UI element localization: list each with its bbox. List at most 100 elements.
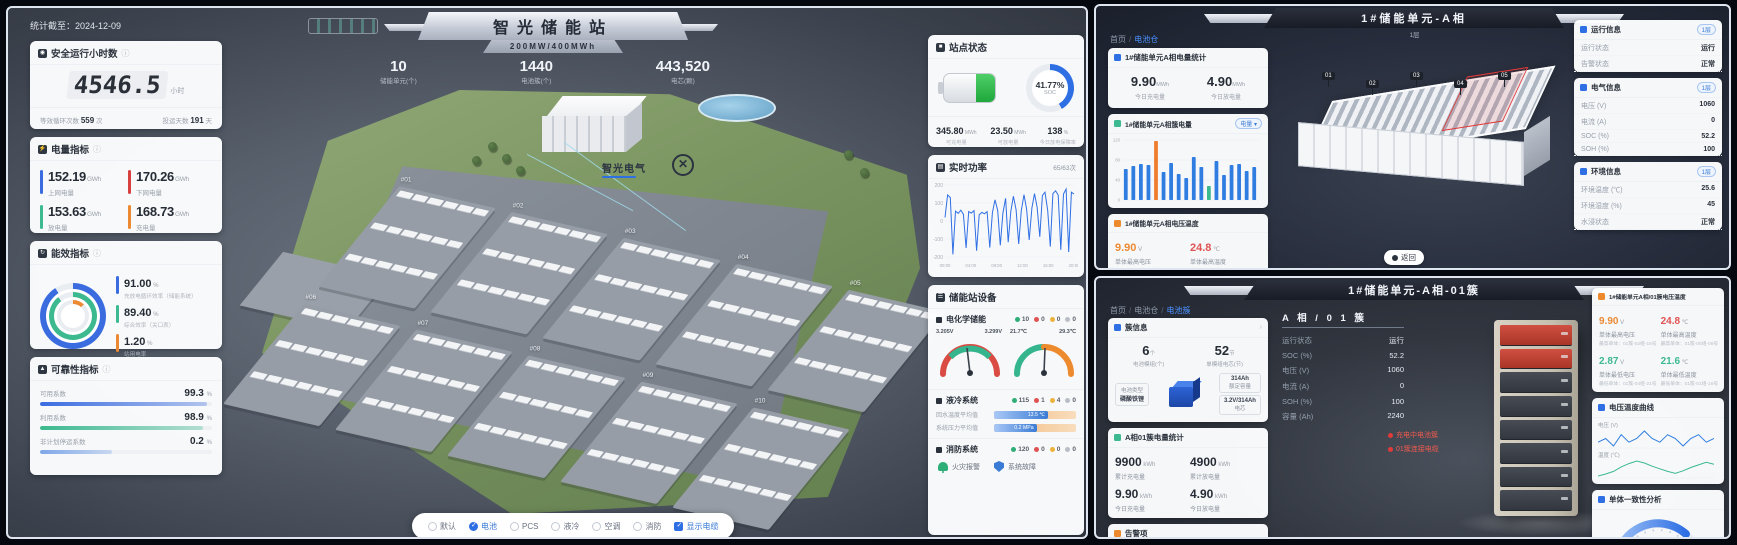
card-icon xyxy=(1598,496,1605,503)
battery-rack-3d[interactable] xyxy=(1494,320,1578,516)
legend-dot-icon xyxy=(1011,447,1016,452)
rack-module[interactable] xyxy=(1500,420,1572,441)
legend-dot-icon xyxy=(1034,398,1039,403)
back-icon xyxy=(1392,255,1398,261)
legend-count: 4 xyxy=(1057,397,1061,404)
breadcrumb-item[interactable]: 首页 xyxy=(1110,306,1126,315)
container-unit xyxy=(670,291,688,300)
section-title: 液冷系统 xyxy=(946,395,978,406)
breadcrumb-item[interactable]: 电池簇 xyxy=(1166,306,1190,315)
legend-count: 0 xyxy=(1041,446,1045,453)
breadcrumb-item[interactable]: 电池仓 xyxy=(1134,35,1158,44)
cluster-info-row: 电流 (A)0 xyxy=(1282,378,1404,394)
rack-module[interactable] xyxy=(1500,349,1572,370)
unit-panel: 1#储能单元-A相 1层 首页/电池仓 1#储能单元A相电量统计 9.90MWh… xyxy=(1094,4,1731,270)
layer-option-电池[interactable]: 电池 xyxy=(469,521,497,532)
vt-metric: 2.87 V 单体最低电压最低单体：01簇-04组-21号 xyxy=(1599,351,1657,387)
voltage-sparkline xyxy=(1598,429,1714,449)
legend-dot-icon xyxy=(1050,398,1055,403)
reliability-icon: ▲ xyxy=(38,365,47,374)
container-unit xyxy=(696,260,714,269)
soc-value: 41.77% xyxy=(1036,80,1065,90)
layer-tag[interactable]: 1层 xyxy=(1697,166,1716,177)
unit-info-card: 环境信息1层环境温度 (℃)25.6环境湿度 (%)45水浸状态正常 xyxy=(1574,162,1722,230)
card-title: 能效指标 xyxy=(51,246,89,260)
info-icon[interactable]: ⓘ xyxy=(93,144,101,155)
container-unit xyxy=(350,357,368,366)
pad-label: #04 xyxy=(737,254,748,261)
power-icon: ▤ xyxy=(936,163,945,172)
cluster-right-column: 1#储能单元A相/01簇电压温度 9.90 V 单体最高电压最高单体：01簇-0… xyxy=(1592,288,1724,539)
pond xyxy=(698,94,776,122)
legend-dot-icon xyxy=(1065,447,1070,452)
rack-module[interactable] xyxy=(1500,467,1572,488)
shield-icon xyxy=(994,461,1004,472)
control-building[interactable] xyxy=(542,96,642,154)
legend-count: 120 xyxy=(1018,446,1029,453)
stats-date: 统计截至：2024-12-09 xyxy=(30,19,121,32)
more-icon[interactable]: › xyxy=(1260,324,1262,331)
svg-text:12:00: 12:00 xyxy=(1017,263,1028,268)
rack-module[interactable] xyxy=(1500,372,1572,393)
card-title: 簇信息 xyxy=(1125,322,1148,333)
legend-item: 01簇连接电缆 xyxy=(1388,444,1439,454)
rack-module[interactable] xyxy=(1500,325,1572,346)
card-title: A相01簇电量统计 xyxy=(1125,432,1184,443)
site-3d-view[interactable]: 智光电气 ✕ #01#02#03#04#05#06#07#08#09#10 xyxy=(220,90,920,514)
cluster-info-row: SOC (%)52.2 xyxy=(1282,348,1404,362)
card-title: 安全运行小时数 xyxy=(51,46,118,60)
pad-label: #06 xyxy=(305,294,316,301)
card-title: 1#储能单元A相电量统计 xyxy=(1125,52,1206,63)
metric-text: 152.19GWh上网电量 xyxy=(48,168,101,197)
battery-section-icon xyxy=(936,317,942,323)
pad-label: #02 xyxy=(513,202,524,209)
rack-tag: 03 xyxy=(1410,72,1423,80)
legend-dot-icon xyxy=(1065,398,1070,403)
breadcrumb[interactable]: 首页/电池仓/电池簇 xyxy=(1110,305,1190,316)
info-icon[interactable]: ⓘ xyxy=(122,48,130,59)
layer-tag[interactable]: 1层 xyxy=(1697,82,1716,93)
module-count: 6个 电池模组(个) xyxy=(1133,342,1164,368)
svg-text:16:00: 16:00 xyxy=(1043,263,1054,268)
layer-option-空调[interactable]: 空调 xyxy=(592,521,620,532)
alarms-card: 告警项 单体过压告警单体欠压告警单体过温告警单体欠温告警簇端过压告警簇端欠压告警… xyxy=(1108,524,1268,539)
layer-option-消防[interactable]: 消防 xyxy=(633,521,661,532)
container-3d-view[interactable]: 0102030405 xyxy=(1286,68,1566,218)
rack-legend: 充电中电池簇01簇连接电缆 xyxy=(1388,430,1439,454)
breadcrumb[interactable]: 首页/电池仓 xyxy=(1110,34,1158,45)
info-icon[interactable]: ⓘ xyxy=(93,248,101,259)
breadcrumb-item[interactable]: 首页 xyxy=(1110,35,1126,44)
container-unit xyxy=(446,240,464,249)
cluster-bar-chart[interactable]: 04080120 xyxy=(1108,134,1262,208)
cooling-row: 回水温度平均值13.5 ℃ xyxy=(928,408,1084,421)
card-title: 站点状态 xyxy=(949,40,987,54)
pad-label: #01 xyxy=(401,176,412,183)
container-unit xyxy=(558,266,576,275)
vt-metric: 9900 kWh 累计充电量 xyxy=(1115,453,1186,481)
info-row: 运行状态运行 xyxy=(1574,40,1722,56)
metric-dropdown[interactable]: 电量 ▾ xyxy=(1235,118,1262,129)
show-cables-checkbox[interactable]: 显示电缆 xyxy=(674,521,718,532)
metric-color-bar xyxy=(40,205,43,229)
temperature-gauge: 21.7℃ 29.3℃ xyxy=(1010,329,1076,385)
layer-option-PCS[interactable]: PCS xyxy=(510,522,538,531)
energy-metrics-card: ⚡ 电量指标 ⓘ 152.19GWh上网电量170.26GWh下网电量153.6… xyxy=(30,137,222,233)
soc-label: SOC xyxy=(1044,90,1056,96)
rack-module[interactable] xyxy=(1500,490,1572,511)
info-icon[interactable]: ⓘ xyxy=(103,364,111,375)
cluster-info-row: 电压 (V)1060 xyxy=(1282,362,1404,378)
layer-tag[interactable]: 1层 xyxy=(1697,24,1716,35)
stat-units: 10 储能单元(个) xyxy=(380,58,417,85)
cluster-detail-title: A 相 / 0 1 簇 xyxy=(1282,310,1404,328)
consistency-gauge xyxy=(1606,514,1710,539)
container-unit xyxy=(549,441,567,450)
rack-module[interactable] xyxy=(1500,443,1572,464)
rack-module[interactable] xyxy=(1500,396,1572,417)
back-button[interactable]: 返回 xyxy=(1384,250,1424,265)
power-line-chart[interactable]: 2001000-100-20000:0004:0008:0012:0016:00… xyxy=(928,179,1078,271)
cluster-info-card: 簇信息 › 6个 电池模组(个) 52节 单模组电芯(节) 电池类型磷酸铁锂 xyxy=(1108,318,1268,422)
svg-text:04:00: 04:00 xyxy=(965,263,976,268)
layer-option-液冷[interactable]: 液冷 xyxy=(551,521,579,532)
layer-option-默认[interactable]: 默认 xyxy=(428,521,456,532)
breadcrumb-item[interactable]: 电池仓 xyxy=(1134,306,1158,315)
